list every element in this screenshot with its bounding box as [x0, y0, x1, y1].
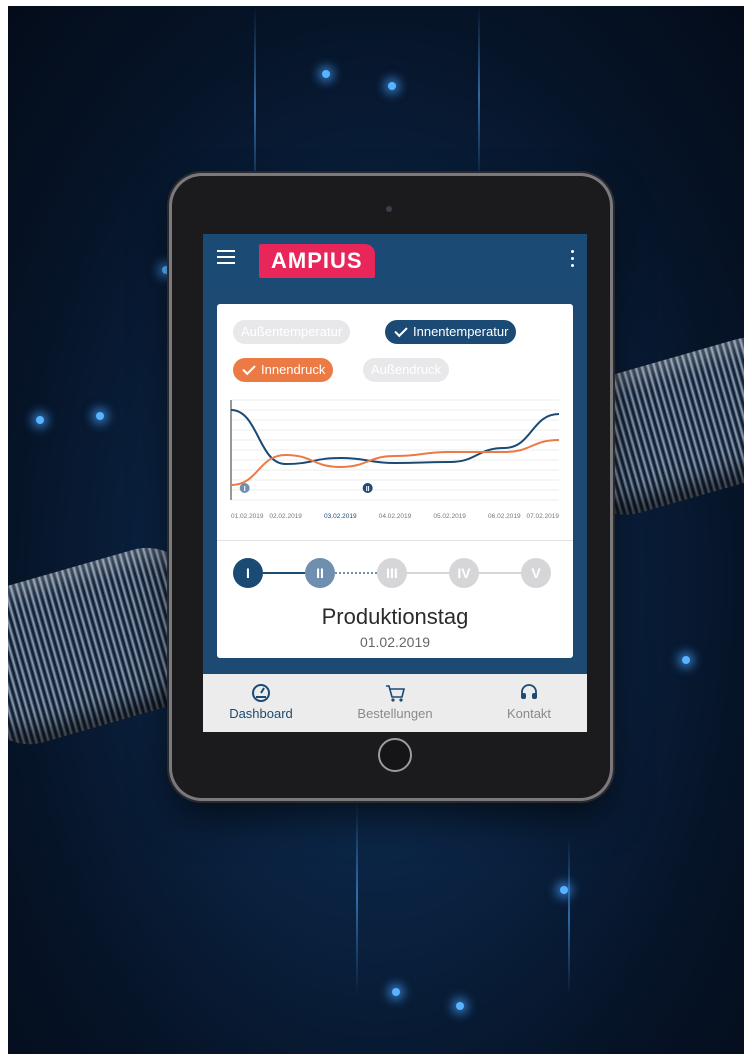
- headset-icon: [479, 682, 579, 704]
- camera: [386, 206, 392, 212]
- nav-bestellungen[interactable]: Bestellungen: [345, 682, 445, 721]
- light-dot: [96, 412, 104, 420]
- light-dot: [162, 266, 170, 274]
- line-chart: I II01.02.2019 02.02.2019 03.02.2019 04.02.2…: [230, 399, 559, 520]
- light-dot: [36, 416, 44, 424]
- light-dot: [682, 656, 690, 664]
- light-dot: [456, 1002, 464, 1010]
- nav-dashboard[interactable]: Dashboard: [211, 682, 311, 721]
- stepper-connector: [335, 572, 377, 574]
- circuit-trace: [568, 836, 570, 996]
- chart-marker-label: I: [244, 486, 246, 493]
- filter-chip-innentemperatur[interactable]: Innentemperatur: [385, 320, 517, 344]
- filter-chip-aussendruck[interactable]: Außendruck: [363, 358, 450, 382]
- stepper-step-iv[interactable]: IV: [449, 558, 479, 588]
- stepper-step-i[interactable]: I: [233, 558, 263, 588]
- x-tick-label: 02.02.2019: [269, 513, 302, 520]
- check-icon: [394, 323, 408, 338]
- stepper-connector: [479, 572, 521, 574]
- gauge-icon: [211, 682, 311, 704]
- bottom-navigation: Dashboard Bestellungen Kontakt: [203, 674, 587, 732]
- chart-marker-label: II: [366, 486, 370, 493]
- stepper-step-ii[interactable]: II: [305, 558, 335, 588]
- nav-kontakt[interactable]: Kontakt: [479, 682, 579, 721]
- filter-chip-innendruck[interactable]: Innendruck: [233, 358, 334, 382]
- x-tick-label: 01.02.2019: [231, 513, 264, 520]
- home-button[interactable]: [378, 738, 412, 772]
- light-dot: [388, 82, 396, 90]
- light-dot: [392, 988, 400, 996]
- check-icon: [242, 361, 256, 376]
- hamburger-menu-icon[interactable]: [217, 250, 235, 264]
- stepper-step-v[interactable]: V: [521, 558, 551, 588]
- stepper-connector: [263, 572, 305, 574]
- circuit-trace: [478, 6, 480, 186]
- production-date: 01.02.2019: [359, 634, 431, 650]
- x-tick-label: 04.02.2019: [379, 513, 412, 520]
- chart-card: Außentemperatur Innentemperatur Innendru…: [217, 304, 573, 658]
- ampius-logo: AMPIUS: [259, 244, 375, 278]
- light-dot: [560, 886, 568, 894]
- x-tick-label: 06.02.2019: [488, 513, 521, 520]
- stepper-step-iii[interactable]: III: [377, 558, 407, 588]
- filter-chip-aussentemperatur[interactable]: Außentemperatur: [233, 320, 351, 344]
- x-tick-label: 03.02.2019: [324, 513, 357, 520]
- divider: [217, 540, 573, 541]
- production-title: Produktionstag: [321, 604, 469, 629]
- app-bar: AMPIUS: [203, 234, 587, 286]
- tablet-device: AMPIUS Außentemperatur Innentemperatur I…: [172, 176, 610, 798]
- more-vertical-icon[interactable]: [571, 250, 575, 268]
- light-dot: [322, 70, 330, 78]
- x-tick-label: 07.02.2019: [526, 513, 559, 520]
- app-screen: AMPIUS Außentemperatur Innentemperatur I…: [203, 234, 587, 732]
- shopping-cart-icon: [345, 682, 445, 704]
- x-tick-label: 05.02.2019: [433, 513, 466, 520]
- circuit-trace: [356, 796, 358, 996]
- stepper-connector: [407, 572, 449, 574]
